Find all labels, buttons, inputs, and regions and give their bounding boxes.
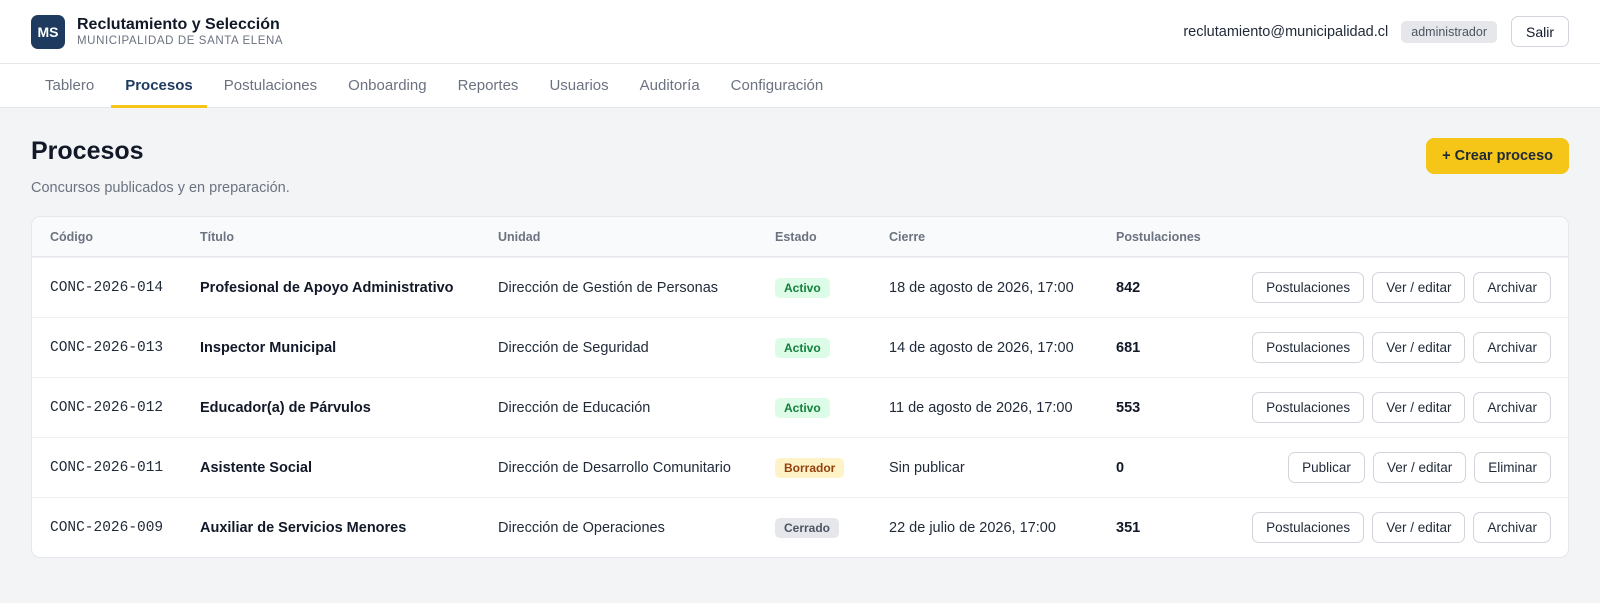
view-edit-button[interactable]: Ver / editar: [1372, 272, 1466, 303]
process-title: Asistente Social: [200, 459, 313, 476]
process-title: Educador(a) de Párvulos: [200, 399, 371, 416]
column-header-status: Estado: [775, 229, 817, 244]
application-count: 842: [1116, 279, 1141, 296]
top-bar: MS Reclutamiento y Selección MUNICIPALID…: [0, 0, 1600, 64]
row-actions: Postulaciones Ver / editar Archivar: [1236, 392, 1568, 423]
delete-button[interactable]: Eliminar: [1474, 452, 1551, 483]
application-count: 351: [1116, 519, 1141, 536]
processes-table: Código Título Unidad Estado Cierre Postu…: [31, 216, 1569, 558]
process-unit: Dirección de Operaciones: [498, 519, 665, 536]
column-header-code: Código: [50, 229, 94, 244]
logout-button[interactable]: Salir: [1510, 16, 1569, 47]
process-code: CONC-2026-014: [50, 279, 164, 296]
archive-button[interactable]: Archivar: [1473, 272, 1551, 303]
create-process-button[interactable]: + Crear proceso: [1426, 138, 1569, 174]
tab-postulaciones[interactable]: Postulaciones: [210, 64, 331, 107]
status-badge: Activo: [775, 397, 830, 418]
tab-auditoria[interactable]: Auditoría: [626, 64, 714, 107]
tab-reportes[interactable]: Reportes: [444, 64, 533, 107]
organization-name: MUNICIPALIDAD DE SANTA ELENA: [77, 34, 284, 47]
tab-usuarios[interactable]: Usuarios: [535, 64, 622, 107]
view-edit-button[interactable]: Ver / editar: [1372, 332, 1466, 363]
row-actions: Postulaciones Ver / editar Archivar: [1236, 512, 1568, 543]
column-header-applications: Postulaciones: [1116, 229, 1201, 244]
table-header: Código Título Unidad Estado Cierre Postu…: [32, 217, 1568, 257]
column-header-close: Cierre: [889, 229, 926, 244]
column-header-title: Título: [200, 229, 235, 244]
process-title: Profesional de Apoyo Administrativo: [200, 279, 454, 296]
application-count: 0: [1116, 459, 1125, 476]
row-actions: Postulaciones Ver / editar Archivar: [1236, 332, 1568, 363]
archive-button[interactable]: Archivar: [1473, 512, 1551, 543]
process-close-date: 11 de agosto de 2026, 17:00: [889, 399, 1073, 416]
process-title: Inspector Municipal: [200, 339, 337, 356]
table-row: CONC-2026-009 Auxiliar de Servicios Meno…: [32, 497, 1568, 557]
status-cell: Activo: [775, 397, 889, 418]
applications-button[interactable]: Postulaciones: [1252, 392, 1365, 423]
process-unit: Dirección de Desarrollo Comunitario: [498, 459, 731, 476]
column-header-unit: Unidad: [498, 229, 541, 244]
process-code: CONC-2026-013: [50, 339, 164, 356]
status-cell: Borrador: [775, 457, 889, 478]
application-count: 553: [1116, 399, 1141, 416]
applications-button[interactable]: Postulaciones: [1252, 332, 1365, 363]
table-row: CONC-2026-014 Profesional de Apoyo Admin…: [32, 257, 1568, 317]
archive-button[interactable]: Archivar: [1473, 332, 1551, 363]
brand: Reclutamiento y Selección MUNICIPALIDAD …: [77, 16, 283, 48]
row-actions: Publicar Ver / editar Eliminar: [1236, 452, 1568, 483]
view-edit-button[interactable]: Ver / editar: [1372, 452, 1467, 483]
process-close-date: 22 de julio de 2026, 17:00: [889, 519, 1056, 536]
process-title: Auxiliar de Servicios Menores: [200, 519, 407, 536]
process-close-date: 18 de agosto de 2026, 17:00: [889, 279, 1074, 296]
process-code: CONC-2026-009: [50, 519, 164, 536]
tab-onboarding[interactable]: Onboarding: [334, 64, 440, 107]
view-edit-button[interactable]: Ver / editar: [1372, 512, 1466, 543]
page-title: Procesos: [31, 137, 144, 165]
user-area: reclutamiento@municipalidad.cl administr…: [1183, 16, 1569, 47]
page-subtitle: Concursos publicados y en preparación.: [31, 180, 290, 196]
app-title: Reclutamiento y Selección: [77, 15, 280, 33]
tab-tablero[interactable]: Tablero: [31, 64, 108, 107]
applications-button[interactable]: Postulaciones: [1252, 272, 1365, 303]
process-unit: Dirección de Educación: [498, 399, 651, 416]
archive-button[interactable]: Archivar: [1473, 392, 1551, 423]
tab-configuracion[interactable]: Configuración: [717, 64, 838, 107]
status-badge: Borrador: [775, 457, 845, 478]
process-close-date: Sin publicar: [889, 459, 965, 476]
status-badge: Cerrado: [775, 517, 840, 538]
process-unit: Dirección de Seguridad: [498, 339, 649, 356]
tab-procesos[interactable]: Procesos: [111, 64, 207, 108]
user-email: reclutamiento@municipalidad.cl: [1183, 23, 1389, 40]
status-badge: Activo: [775, 277, 830, 298]
application-count: 681: [1116, 339, 1141, 356]
applications-button[interactable]: Postulaciones: [1252, 512, 1365, 543]
status-badge: Activo: [775, 337, 830, 358]
table-row: CONC-2026-013 Inspector Municipal Direcc…: [32, 317, 1568, 377]
status-cell: Cerrado: [775, 517, 889, 538]
publish-button[interactable]: Publicar: [1288, 452, 1365, 483]
logo: MS: [31, 14, 65, 49]
process-code: CONC-2026-011: [50, 459, 164, 476]
table-row: CONC-2026-012 Educador(a) de Párvulos Di…: [32, 377, 1568, 437]
role-badge: administrador: [1401, 20, 1497, 43]
process-unit: Dirección de Gestión de Personas: [498, 279, 719, 296]
row-actions: Postulaciones Ver / editar Archivar: [1236, 272, 1568, 303]
process-close-date: 14 de agosto de 2026, 17:00: [889, 339, 1074, 356]
table-row: CONC-2026-011 Asistente Social Dirección…: [32, 437, 1568, 497]
main-nav: Tablero Procesos Postulaciones Onboardin…: [0, 64, 1600, 108]
status-cell: Activo: [775, 277, 889, 298]
main-content: Procesos Concursos publicados y en prepa…: [0, 108, 1600, 558]
view-edit-button[interactable]: Ver / editar: [1372, 392, 1466, 423]
status-cell: Activo: [775, 337, 889, 358]
process-code: CONC-2026-012: [50, 399, 164, 416]
